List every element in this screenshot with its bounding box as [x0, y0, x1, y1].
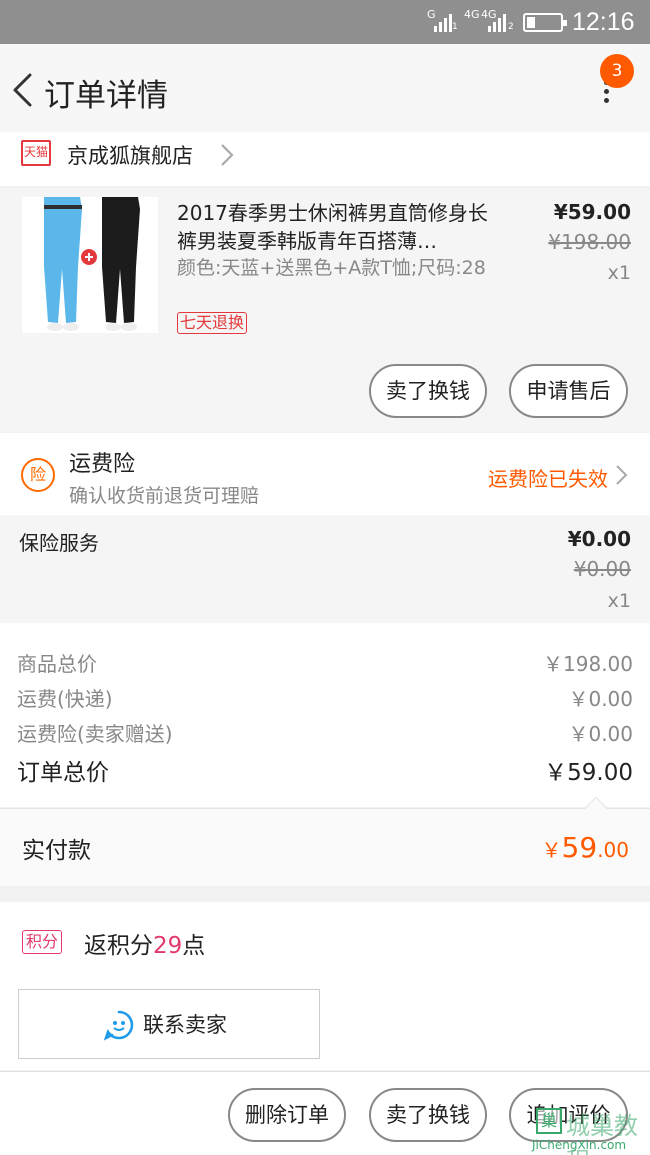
notification-badge: 3 — [600, 54, 634, 88]
shipping-insurance-row[interactable]: 险 运费险 确认收货前退货可理赔 运费险已失效 — [0, 433, 650, 515]
insurance-title: 运费险 — [69, 452, 136, 477]
insurance-service-original-price: ¥0.00 — [573, 557, 631, 581]
summary-label: 商品总价 — [17, 652, 97, 676]
signal-icon — [434, 12, 452, 32]
summary-value: ￥0.00 — [568, 687, 633, 711]
watermark-logo: 巢 城巢教程 JiChengXin.com — [532, 1106, 650, 1155]
summary-row: 商品总价 ￥198.00 — [17, 648, 633, 678]
product-original-price: ¥198.00 — [548, 230, 631, 254]
battery-icon — [523, 13, 567, 32]
order-total-value: ￥59.00 — [544, 760, 633, 786]
sell-button[interactable]: 卖了换钱 — [369, 1088, 487, 1142]
amount-decimal: .00 — [597, 838, 629, 862]
product-item[interactable]: 2017春季男士休闲裤男直筒修身长裤男装夏季韩版青年百搭薄… 颜色:天蓝+送黑色… — [0, 188, 650, 432]
sell-button[interactable]: 卖了换钱 — [369, 364, 487, 418]
watermark-url: JiChengXin.com — [532, 1138, 627, 1152]
insurance-status[interactable]: 运费险已失效 — [488, 463, 608, 492]
currency-symbol: ￥ — [541, 838, 562, 862]
sim2-index: 2 — [508, 22, 514, 32]
order-total-label: 订单总价 — [17, 760, 109, 786]
points-suffix: 点 — [182, 933, 206, 959]
chevron-right-icon — [221, 144, 234, 166]
points-section: 积分 返积分29点 联系卖家 — [0, 902, 650, 1070]
order-total-row: 订单总价 ￥59.00 — [17, 753, 633, 786]
points-tag: 积分 — [22, 930, 63, 954]
back-arrow-icon[interactable] — [10, 72, 36, 108]
shop-name[interactable]: 京成狐旗舰店 — [67, 140, 193, 170]
page-title: 订单详情 — [44, 78, 168, 114]
product-title[interactable]: 2017春季男士休闲裤男直筒修身长裤男装夏季韩版青年百搭薄… — [177, 199, 492, 255]
shop-row[interactable]: 天猫 京成狐旗舰店 — [0, 132, 650, 186]
insurance-service-item: 保险服务 ¥0.00 ¥0.00 x1 — [0, 515, 650, 623]
product-spec: 颜色:天蓝+送黑色+A款T恤;尺码:28 — [177, 257, 486, 279]
amount-integer: 59 — [561, 831, 598, 864]
watermark-mark: 巢 — [536, 1108, 562, 1134]
insurance-description: 确认收货前退货可理赔 — [69, 485, 260, 507]
actual-payment-label: 实付款 — [22, 838, 91, 864]
product-quantity: x1 — [607, 262, 631, 284]
clock: 12:16 — [572, 8, 635, 36]
actual-payment-row: 实付款 ￥59.00 — [0, 796, 650, 886]
actual-payment-amount: ￥59.00 — [542, 831, 629, 864]
points-prefix: 返积分 — [84, 933, 153, 959]
summary-label: 运费险(卖家赠送) — [17, 722, 173, 746]
summary-value: ￥198.00 — [543, 652, 633, 676]
tmall-badge: 天猫 — [21, 140, 51, 166]
chevron-right-icon — [616, 465, 628, 485]
status-bar: G 1 4G 4G 2 12:16 — [0, 0, 650, 44]
insurance-service-quantity: x1 — [607, 590, 631, 612]
contact-seller-label: 联系卖家 — [143, 1013, 227, 1037]
summary-row: 运费(快递) ￥0.00 — [17, 683, 633, 713]
after-sale-button[interactable]: 申请售后 — [509, 364, 628, 418]
delete-order-button[interactable]: 删除订单 — [228, 1088, 346, 1142]
contact-seller-button[interactable]: 联系卖家 — [18, 989, 320, 1059]
signal-icon — [488, 12, 506, 32]
summary-label: 运费(快递) — [17, 687, 113, 711]
points-value: 29 — [153, 933, 183, 959]
sim2-network: 4G — [464, 8, 480, 21]
price-summary: 商品总价 ￥198.00 运费(快递) ￥0.00 运费险(卖家赠送) ￥0.0… — [0, 623, 650, 807]
points-text: 返积分29点 — [84, 926, 205, 960]
summary-value: ￥0.00 — [568, 722, 633, 746]
insurance-service-label: 保险服务 — [19, 531, 99, 555]
product-image[interactable] — [22, 197, 158, 333]
chat-bubble-icon — [103, 1010, 134, 1041]
product-price: ¥59.00 — [553, 200, 631, 224]
seven-day-return-tag: 七天退换 — [177, 312, 248, 334]
navigation-bar: 订单详情 3 — [0, 44, 650, 132]
insurance-service-price: ¥0.00 — [567, 527, 631, 551]
sim1-index: 1 — [452, 22, 458, 32]
insurance-icon: 险 — [21, 458, 55, 492]
summary-row: 运费险(卖家赠送) ￥0.00 — [17, 718, 633, 748]
